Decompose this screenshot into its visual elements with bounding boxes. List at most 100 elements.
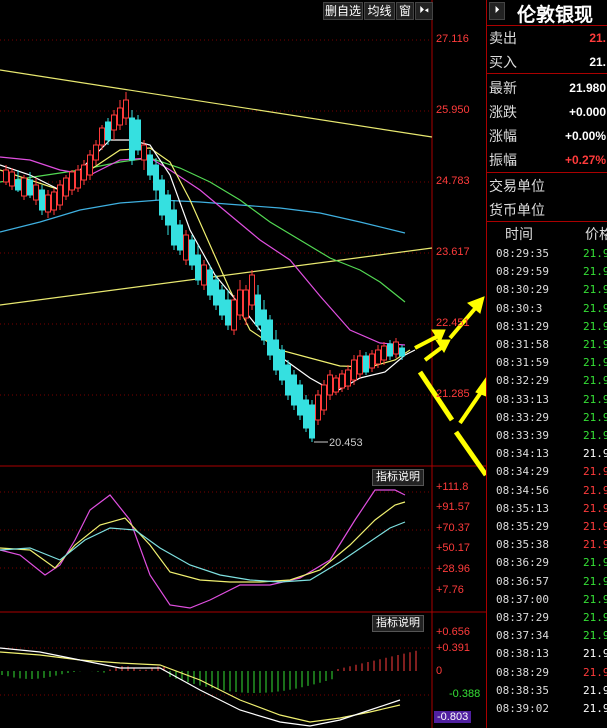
- candle-body: [147, 154, 153, 176]
- trades-header-time: 时间: [505, 226, 533, 242]
- trade-time: 08:33:13: [496, 392, 549, 406]
- candle-body: [15, 179, 21, 191]
- trade-price: 21.9: [583, 429, 607, 442]
- trade-row: 08:35:38 21.9: [487, 536, 607, 554]
- candle-body: [243, 289, 249, 319]
- candles-group: [3, 92, 405, 442]
- trade-time: 08:35:29: [496, 520, 549, 533]
- quote-row: 货币单位: [487, 198, 607, 222]
- candle-body: [195, 254, 201, 281]
- candle-body: [321, 384, 327, 411]
- trade-price: 21.9: [583, 538, 607, 552]
- ind2-tick: -0.388: [449, 688, 481, 700]
- quote-row-value: 21.: [589, 55, 606, 69]
- candle-body: [33, 184, 39, 201]
- indicator2-help-button[interactable]: 指标说明: [372, 615, 424, 632]
- trade-time: 08:35:38: [496, 538, 549, 552]
- candle-body: [291, 374, 297, 406]
- candle-body: [9, 171, 15, 187]
- trade-time: 08:36:29: [496, 556, 549, 570]
- candle-body: [393, 341, 399, 355]
- trade-price: 21.9: [583, 410, 607, 424]
- trade-time: 08:31:58: [496, 338, 549, 351]
- candle-body: [339, 373, 345, 389]
- trade-row: 08:38:29 21.9: [487, 664, 607, 682]
- trade-price: 21.9: [583, 374, 607, 388]
- trade-time: 08:33:29: [496, 410, 549, 424]
- candle-body: [135, 119, 141, 151]
- trade-price: 21.9: [583, 520, 607, 533]
- candle-body: [249, 274, 255, 306]
- candle-body: [57, 184, 63, 206]
- candle-body: [93, 144, 99, 161]
- candle-body: [153, 164, 159, 191]
- candle-body: [327, 374, 333, 396]
- candle-body: [315, 394, 321, 421]
- arrowhead-3: [467, 296, 485, 314]
- trade-row: 08:35:13 21.9: [487, 500, 607, 518]
- quote-row-label: 买入: [489, 54, 517, 70]
- candle-body: [255, 294, 261, 326]
- price-tick: 23.617: [436, 246, 470, 258]
- candle-body: [381, 345, 387, 361]
- candle-body: [219, 289, 225, 316]
- ind1-tick: +50.17: [436, 542, 470, 554]
- candle-body: [279, 349, 285, 381]
- quote-row-label: 涨跌: [489, 104, 517, 120]
- instrument-title: 伦敦银现: [517, 4, 594, 26]
- trade-time: 08:36:57: [496, 574, 549, 588]
- trade-row: 08:38:35 21.9: [487, 682, 607, 700]
- ind1-line-magenta: [0, 489, 406, 609]
- trade-price: 21.9: [583, 611, 607, 624]
- ind1-line-yellow: [0, 501, 406, 583]
- window-button[interactable]: 窗: [396, 2, 414, 20]
- candle-body: [159, 179, 165, 216]
- indicator1-help-button[interactable]: 指标说明: [372, 469, 424, 486]
- trade-price: 21.9: [583, 702, 607, 715]
- candle-body: [171, 209, 177, 246]
- trendline-upper: [0, 69, 433, 138]
- candle-body: [369, 353, 375, 369]
- trade-price: 21.9: [583, 465, 607, 479]
- candle-body: [237, 289, 243, 316]
- candle-body: [261, 309, 267, 341]
- trade-time: 08:37:29: [496, 611, 549, 624]
- kline-chart-area[interactable]: 20.453 删自选 均线 窗 ⏵◂ 27.116 25.950 24.783 …: [0, 0, 486, 728]
- arrowhead-5: [475, 377, 486, 397]
- candle-body: [51, 191, 57, 211]
- trade-row: 08:38:13 21.9: [487, 645, 607, 663]
- quote-row: 交易单位: [487, 174, 607, 198]
- trade-price: 21.9: [583, 683, 607, 697]
- trade-time: 08:35:13: [496, 501, 549, 515]
- candle-body: [81, 164, 87, 181]
- ind1-tick: +91.57: [436, 501, 470, 513]
- trade-price: 21.9: [583, 574, 607, 588]
- expand-panel-icon[interactable]: ⏵: [489, 2, 505, 20]
- candle-body: [201, 264, 207, 286]
- quote-row: 买入 21.: [487, 50, 607, 74]
- candle-body: [387, 343, 393, 357]
- trade-time: 08:37:00: [496, 592, 549, 606]
- trade-price: 21.9: [583, 483, 607, 497]
- remove-watchlist-button[interactable]: 删自选: [323, 2, 363, 20]
- trade-row: 08:37:29 21.9: [487, 609, 607, 627]
- candle-body: [183, 234, 189, 261]
- candle-body: [3, 169, 9, 183]
- candle-body: [21, 177, 27, 197]
- trade-row: 08:31:59 21.9: [487, 354, 607, 372]
- ma-line-button[interactable]: 均线: [364, 2, 395, 20]
- trade-row: 08:39:02 21.9: [487, 700, 607, 718]
- trade-row: 08:34:29 21.9: [487, 463, 607, 481]
- quote-row: 振幅 +0.27%: [487, 148, 607, 172]
- candle-body: [141, 144, 147, 161]
- ma-line-white: [0, 139, 416, 393]
- trade-row: 08:34:56 21.9: [487, 482, 607, 500]
- trade-row: 08:31:29 21.9: [487, 318, 607, 336]
- trade-price: 21.9: [583, 265, 607, 279]
- quote-divider-3: [487, 221, 607, 222]
- collapse-panel-icon[interactable]: ⏵◂: [415, 2, 433, 20]
- candle-body: [99, 127, 105, 146]
- trade-price: 21.9: [583, 247, 607, 260]
- candle-body: [375, 349, 381, 365]
- candle-body: [303, 399, 309, 429]
